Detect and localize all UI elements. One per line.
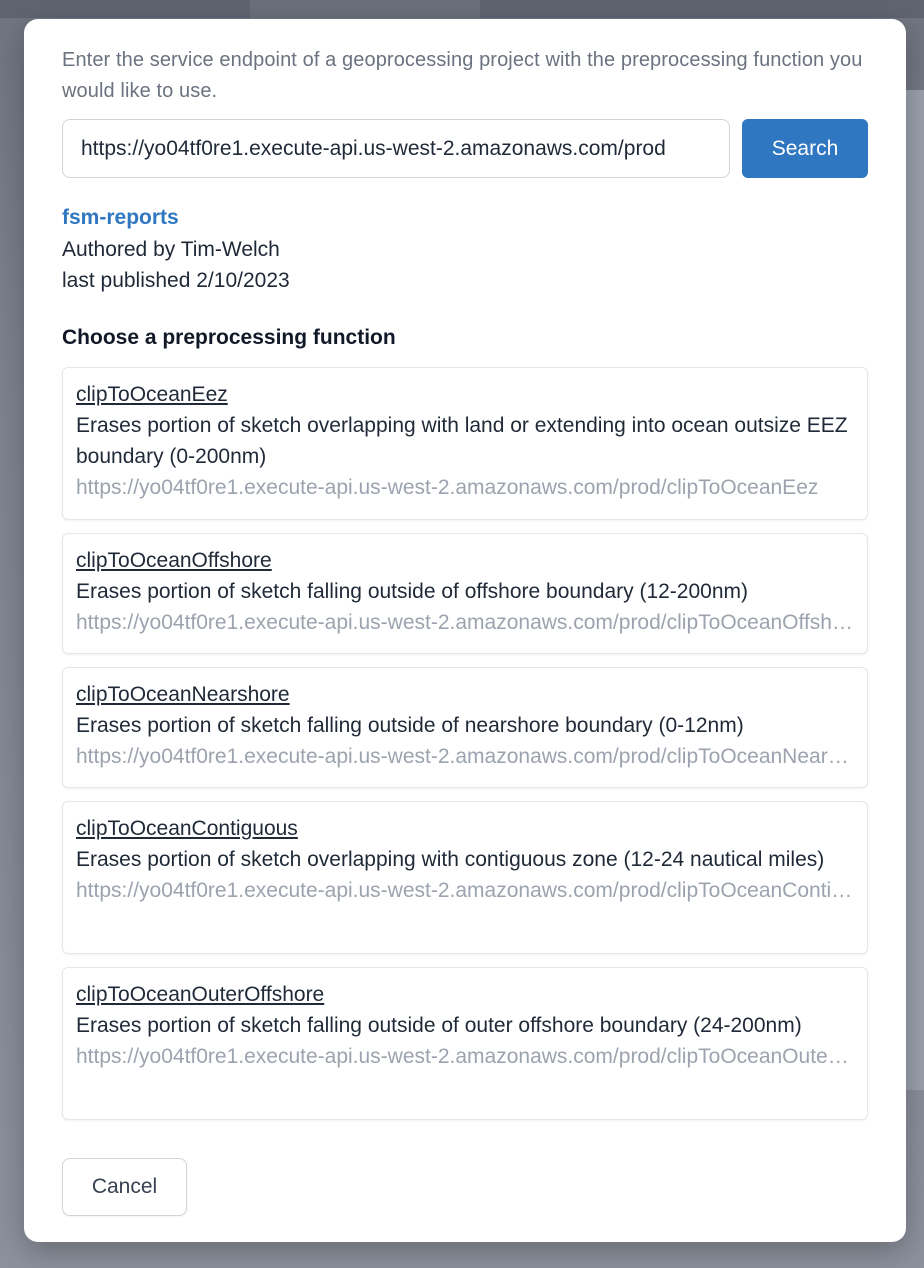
function-name[interactable]: clipToOceanContiguous	[76, 813, 854, 844]
function-option-clip-to-ocean-outer-offshore[interactable]: clipToOceanOuterOffshore Erases portion …	[62, 967, 868, 1120]
function-url: https://yo04tf0re1.execute-api.us-west-2…	[76, 879, 854, 902]
dialog-instructions: Enter the service endpoint of a geoproce…	[62, 49, 863, 102]
endpoint-url-input[interactable]	[62, 119, 730, 178]
function-name[interactable]: clipToOceanNearshore	[76, 679, 854, 710]
function-url: https://yo04tf0re1.execute-api.us-west-2…	[76, 1045, 854, 1068]
project-author: Authored by Tim-Welch	[62, 238, 280, 261]
functions-heading: Choose a preprocessing function	[62, 326, 396, 349]
function-description: Erases portion of sketch falling outside…	[76, 714, 744, 737]
function-url: https://yo04tf0re1.execute-api.us-west-2…	[76, 611, 854, 634]
background-panel-edge	[904, 90, 924, 1090]
function-option-clip-to-ocean-nearshore[interactable]: clipToOceanNearshore Erases portion of s…	[62, 667, 868, 788]
function-option-clip-to-ocean-eez[interactable]: clipToOceanEez Erases portion of sketch …	[62, 367, 868, 520]
project-name-link[interactable]: fsm-reports	[62, 203, 179, 233]
function-url: https://yo04tf0re1.execute-api.us-west-2…	[76, 476, 819, 499]
function-option-clip-to-ocean-contiguous[interactable]: clipToOceanContiguous Erases portion of …	[62, 801, 868, 954]
function-name[interactable]: clipToOceanOffshore	[76, 545, 854, 576]
function-description: Erases portion of sketch falling outside…	[76, 1014, 802, 1037]
function-option-clip-to-ocean-offshore[interactable]: clipToOceanOffshore Erases portion of sk…	[62, 533, 868, 654]
function-name[interactable]: clipToOceanEez	[76, 379, 854, 410]
function-description: Erases portion of sketch overlapping wit…	[76, 414, 848, 468]
function-description: Erases portion of sketch falling outside…	[76, 580, 748, 603]
endpoint-search-row: Search	[62, 119, 868, 179]
project-published-date: last published 2/10/2023	[62, 269, 290, 292]
search-button[interactable]: Search	[742, 119, 868, 178]
preprocessing-function-dialog: Enter the service endpoint of a geoproce…	[24, 19, 906, 1242]
background-tab	[250, 0, 480, 18]
cancel-button[interactable]: Cancel	[62, 1158, 187, 1216]
function-name[interactable]: clipToOceanOuterOffshore	[76, 979, 854, 1010]
function-url: https://yo04tf0re1.execute-api.us-west-2…	[76, 745, 854, 768]
function-description: Erases portion of sketch overlapping wit…	[76, 848, 825, 871]
